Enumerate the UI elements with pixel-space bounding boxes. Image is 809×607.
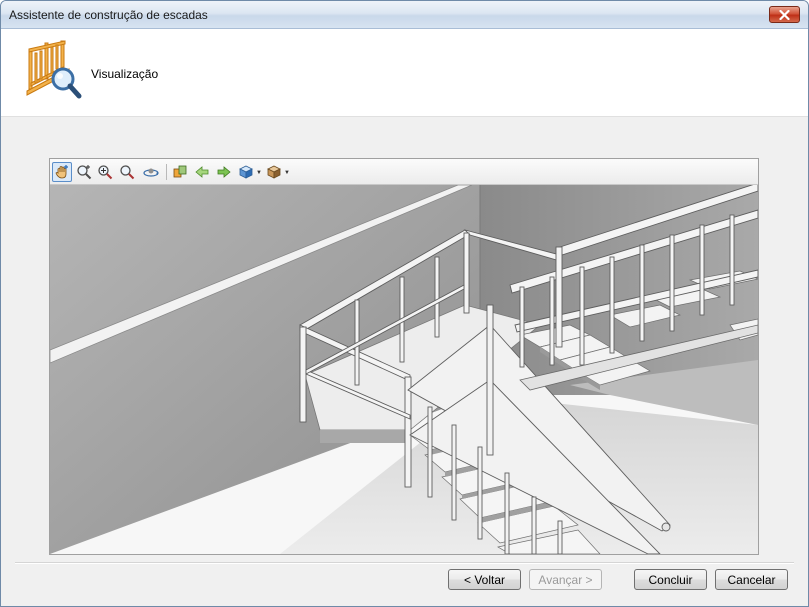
stair-wizard-window: Assistente de construção de escadas Visu… [0, 0, 809, 607]
shading-button[interactable] [264, 162, 284, 182]
next-button[interactable]: Avançar > [529, 569, 602, 590]
cancel-button[interactable]: Cancelar [715, 569, 788, 590]
render-mode-icon [173, 165, 187, 178]
window-title: Assistente de construção de escadas [9, 8, 208, 22]
stair-preview-icon [26, 40, 82, 99]
shaded-box-icon [267, 165, 281, 179]
zoom-dynamic-icon [98, 165, 113, 180]
stair-model-image [50, 185, 758, 554]
view-previous-button[interactable] [192, 162, 212, 182]
toolbar-separator [166, 164, 167, 180]
render-mode-button[interactable] [170, 162, 190, 182]
finish-button[interactable]: Concluir [634, 569, 707, 590]
zoom-window-button[interactable] [74, 162, 94, 182]
pan-tool-button[interactable] [52, 162, 72, 182]
shading-dropdown-icon[interactable]: ▼ [284, 170, 290, 176]
close-icon [779, 9, 790, 20]
zoom-extents-button[interactable] [117, 162, 137, 182]
view-cube-icon [239, 165, 253, 179]
page-title: Visualização [91, 67, 159, 81]
wizard-header: Visualização [1, 29, 808, 117]
arrow-left-icon [195, 166, 209, 178]
close-button[interactable] [769, 6, 800, 23]
view-cube-dropdown-icon[interactable]: ▼ [256, 170, 262, 176]
view-next-button[interactable] [214, 162, 234, 182]
arrow-right-icon [217, 166, 231, 178]
orbit-icon [143, 168, 159, 177]
title-bar[interactable]: Assistente de construção de escadas [1, 1, 808, 29]
3d-viewer[interactable]: ▼ ▼ [49, 158, 759, 555]
viewer-toolbar: ▼ ▼ [50, 159, 758, 185]
hand-pan-icon [55, 165, 68, 179]
zoom-dynamic-button[interactable] [95, 162, 115, 182]
stair-3d-render[interactable] [50, 185, 758, 554]
footer-divider [15, 562, 794, 564]
back-button[interactable]: < Voltar [448, 569, 521, 590]
zoom-extents-icon [120, 165, 135, 180]
orbit-button[interactable] [141, 162, 161, 182]
zoom-window-icon [77, 165, 92, 180]
view-cube-button[interactable] [236, 162, 256, 182]
